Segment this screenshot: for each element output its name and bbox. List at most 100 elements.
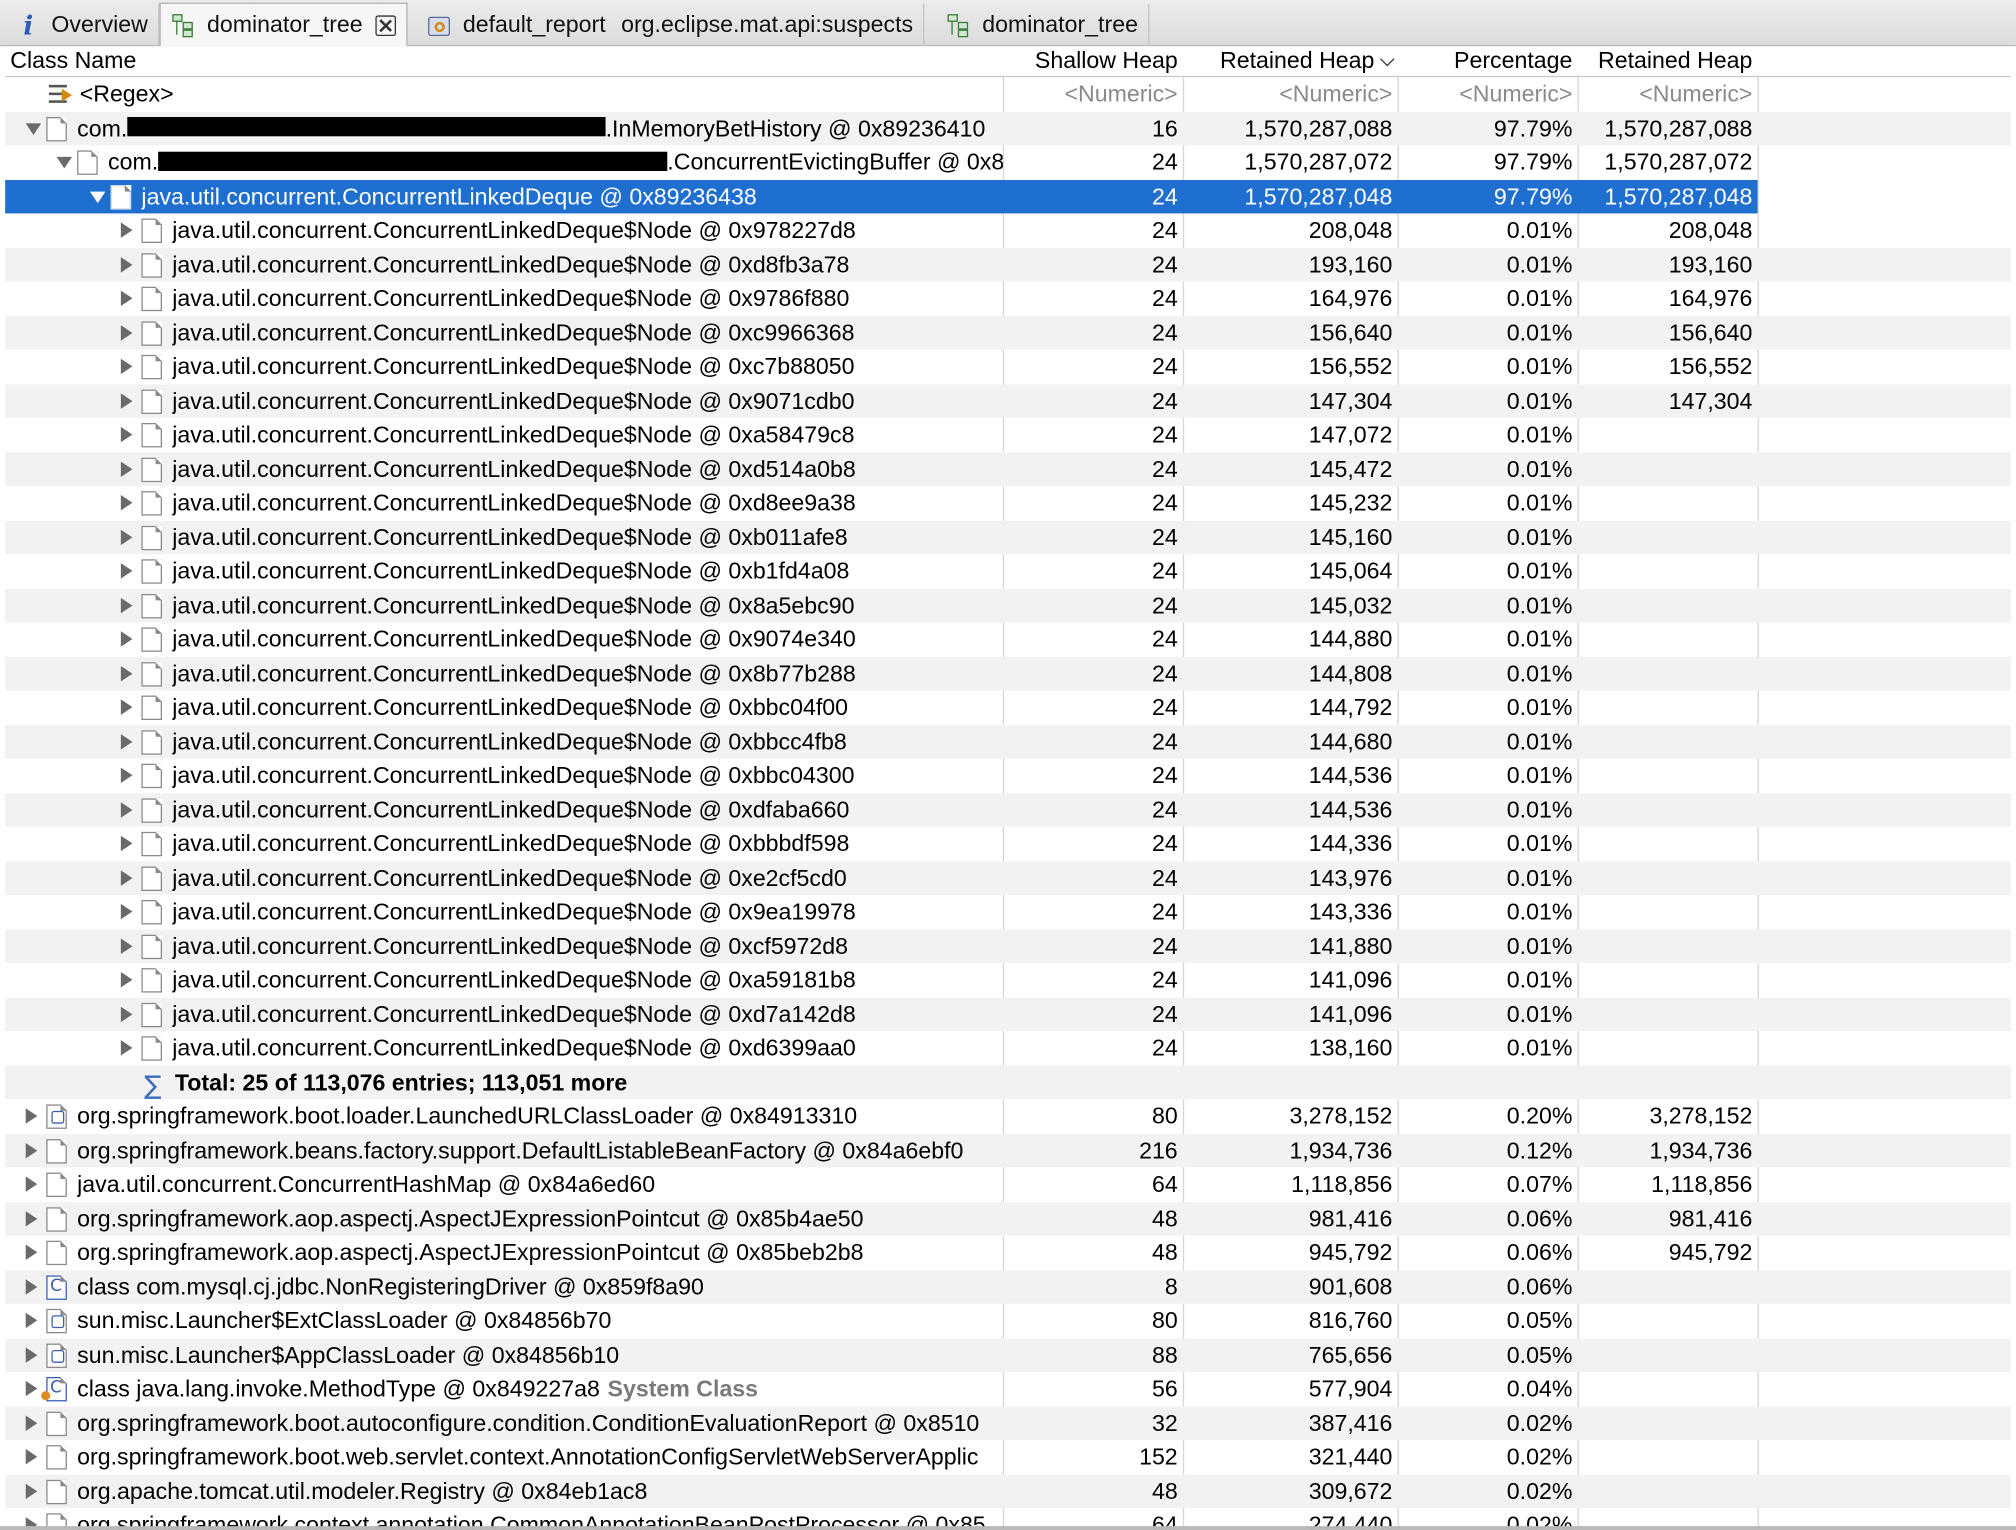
table-row[interactable]: java.util.concurrent.ConcurrentLinkedDeq… <box>5 520 2011 555</box>
tab-overview[interactable]: i Overview <box>5 3 160 47</box>
table-row[interactable]: java.util.concurrent.ConcurrentLinkedDeq… <box>5 451 2011 486</box>
tab-default-report[interactable]: default_report org.eclipse.mat.api:suspe… <box>417 3 925 47</box>
table-row[interactable]: org.springframework.aop.aspectj.AspectJE… <box>5 1201 2011 1236</box>
collapsed-arrow-icon[interactable] <box>120 494 133 511</box>
table-row[interactable]: java.util.concurrent.ConcurrentLinkedDeq… <box>5 554 2011 588</box>
collapsed-arrow-icon[interactable] <box>120 937 133 954</box>
collapsed-arrow-icon[interactable] <box>25 1278 38 1295</box>
collapsed-arrow-icon[interactable] <box>120 358 133 375</box>
table-row[interactable]: org.springframework.beans.factory.suppor… <box>5 1133 2011 1168</box>
collapsed-arrow-icon[interactable] <box>120 1006 133 1022</box>
regex-filter-input[interactable]: <Regex> <box>80 77 174 110</box>
column-header-percentage[interactable]: Percentage <box>1399 46 1578 76</box>
collapsed-arrow-icon[interactable] <box>120 767 133 783</box>
retained-heap-2-cell <box>1579 418 1758 452</box>
collapsed-arrow-icon[interactable] <box>25 1142 38 1158</box>
collapsed-arrow-icon[interactable] <box>25 1448 38 1465</box>
column-header-retained-heap-2[interactable]: Retained Heap <box>1579 46 1758 76</box>
table-row[interactable]: org.apache.tomcat.util.modeler.Registry … <box>5 1474 2011 1509</box>
table-row[interactable]: java.util.concurrent.ConcurrentLinkedDeq… <box>5 315 2011 350</box>
table-row[interactable]: com. .InMemoryBetHistory @ 0x89236410 16 1,… <box>5 111 2011 146</box>
collapsed-arrow-icon[interactable] <box>120 426 133 443</box>
collapsed-arrow-icon[interactable] <box>120 290 133 306</box>
shallow-filter-input[interactable]: <Numeric> <box>1004 77 1183 111</box>
table-row[interactable]: java.util.concurrent.ConcurrentLinkedDeq… <box>5 622 2011 656</box>
table-row[interactable]: sun.misc.Launcher$ExtClassLoader @ 0x848… <box>5 1304 2011 1338</box>
table-row[interactable]: org.springframework.aop.aspectj.AspectJE… <box>5 1236 2011 1270</box>
tab-label: dominator_tree <box>982 11 1138 38</box>
collapsed-arrow-icon[interactable] <box>25 1346 38 1363</box>
column-header-retained-heap[interactable]: Retained Heap <box>1184 46 1397 76</box>
collapsed-arrow-icon[interactable] <box>25 1414 38 1431</box>
table-row[interactable]: java.util.concurrent.ConcurrentLinkedDeq… <box>5 997 2011 1032</box>
tab-dominator-tree-active[interactable]: dominator_tree <box>159 2 408 47</box>
expanded-arrow-icon[interactable] <box>56 156 72 169</box>
collapsed-arrow-icon[interactable] <box>25 1312 38 1329</box>
collapsed-arrow-icon[interactable] <box>120 699 133 715</box>
table-row[interactable]: java.util.concurrent.ConcurrentLinkedDeq… <box>5 588 2011 623</box>
table-row[interactable]: java.util.concurrent.ConcurrentLinkedDeq… <box>5 963 2011 997</box>
collapsed-arrow-icon[interactable] <box>120 256 133 272</box>
collapsed-arrow-icon[interactable] <box>25 1108 38 1124</box>
table-row[interactable]: java.util.concurrent.ConcurrentLinkedDeq… <box>5 928 2011 963</box>
table-row[interactable]: java.util.concurrent.ConcurrentLinkedDeq… <box>5 759 2011 793</box>
collapsed-arrow-icon[interactable] <box>120 835 133 852</box>
collapsed-arrow-icon[interactable] <box>120 392 133 409</box>
collapsed-arrow-icon[interactable] <box>25 1380 38 1397</box>
collapsed-arrow-icon[interactable] <box>25 1176 38 1192</box>
total-summary-row[interactable]: ∑ Total: 25 of 113,076 entries; 113,051 m… <box>5 1065 2011 1100</box>
collapsed-arrow-icon[interactable] <box>120 631 133 647</box>
table-row[interactable]: java.util.concurrent.ConcurrentLinkedDeq… <box>5 418 2011 452</box>
close-icon[interactable] <box>375 14 397 36</box>
table-row[interactable]: org.springframework.boot.loader.Launched… <box>5 1099 2011 1133</box>
collapsed-arrow-icon[interactable] <box>120 597 133 613</box>
expanded-arrow-icon[interactable] <box>25 122 42 135</box>
table-row[interactable]: java.util.concurrent.ConcurrentLinkedDeq… <box>5 827 2011 861</box>
table-row[interactable]: java.util.concurrent.ConcurrentLinkedDeq… <box>5 486 2011 520</box>
table-row[interactable]: sun.misc.Launcher$AppClassLoader @ 0x848… <box>5 1337 2011 1372</box>
collapsed-arrow-icon[interactable] <box>120 869 133 886</box>
collapsed-arrow-icon[interactable] <box>25 1483 38 1499</box>
retained2-filter-input[interactable]: <Numeric> <box>1579 77 1758 111</box>
table-row[interactable]: java.util.concurrent.ConcurrentLinkedDeq… <box>5 792 2011 827</box>
collapsed-arrow-icon[interactable] <box>120 324 133 341</box>
table-row[interactable]: java.util.concurrent.ConcurrentLinkedDeq… <box>5 282 2011 316</box>
table-row[interactable]: com. .ConcurrentEvictingBuffer @ 0x892 24 1… <box>5 145 2011 179</box>
table-row[interactable]: java.util.concurrent.ConcurrentLinkedDeq… <box>5 895 2011 929</box>
collapsed-arrow-icon[interactable] <box>120 971 133 988</box>
table-row[interactable]: org.springframework.boot.autoconfigure.c… <box>5 1405 2011 1440</box>
percentage-filter-input[interactable]: <Numeric> <box>1399 77 1578 111</box>
column-header-class-name[interactable]: Class Name <box>5 46 1003 76</box>
table-row[interactable]: java.util.concurrent.ConcurrentLinkedDeq… <box>5 690 2011 724</box>
table-row[interactable]: java.util.concurrent.ConcurrentLinkedDeq… <box>5 383 2011 418</box>
table-row[interactable]: java.util.concurrent.ConcurrentLinkedDeq… <box>5 860 2011 895</box>
column-header-shallow-heap[interactable]: Shallow Heap <box>1004 46 1183 76</box>
table-row[interactable]: java.util.concurrent.ConcurrentLinkedDeq… <box>5 724 2011 759</box>
retained-filter-input[interactable]: <Numeric> <box>1184 77 1397 111</box>
expanded-arrow-icon[interactable] <box>89 190 106 203</box>
table-row[interactable]: Cclass com.mysql.cj.jdbc.NonRegisteringD… <box>5 1269 2011 1304</box>
collapsed-arrow-icon[interactable] <box>120 1040 133 1056</box>
tab-dominator-tree[interactable]: dominator_tree <box>936 3 1150 47</box>
table-row[interactable]: java.util.concurrent.ConcurrentLinkedDeq… <box>5 213 2011 247</box>
table-row[interactable]: Cclass java.lang.invoke.MethodType @ 0x8… <box>5 1372 2011 1406</box>
collapsed-arrow-icon[interactable] <box>120 563 133 579</box>
collapsed-arrow-icon[interactable] <box>120 903 133 920</box>
table-row[interactable]: java.util.concurrent.ConcurrentLinkedDeq… <box>5 247 2011 282</box>
collapsed-arrow-icon[interactable] <box>120 460 133 477</box>
table-row[interactable]: java.util.concurrent.ConcurrentLinkedDeq… <box>5 350 2011 384</box>
collapsed-arrow-icon[interactable] <box>120 222 133 238</box>
collapsed-arrow-icon[interactable] <box>25 1244 38 1260</box>
table-row[interactable]: java.util.concurrent.ConcurrentLinkedDeq… <box>5 179 2011 214</box>
collapsed-arrow-icon[interactable] <box>120 733 133 749</box>
class-name-text: java.util.concurrent.ConcurrentLinkedDeq… <box>172 830 850 857</box>
collapsed-arrow-icon[interactable] <box>25 1210 38 1226</box>
table-row[interactable]: org.springframework.boot.web.servlet.con… <box>5 1440 2011 1474</box>
table-row[interactable]: java.util.concurrent.ConcurrentLinkedDeq… <box>5 1031 2011 1065</box>
class-name-cell: java.util.concurrent.ConcurrentLinkedDeq… <box>172 793 849 826</box>
collapsed-arrow-icon[interactable] <box>120 529 133 545</box>
table-row[interactable]: java.util.concurrent.ConcurrentHashMap @… <box>5 1167 2011 1201</box>
table-row[interactable]: java.util.concurrent.ConcurrentLinkedDeq… <box>5 656 2011 691</box>
collapsed-arrow-icon[interactable] <box>120 801 133 818</box>
collapsed-arrow-icon[interactable] <box>120 665 133 681</box>
